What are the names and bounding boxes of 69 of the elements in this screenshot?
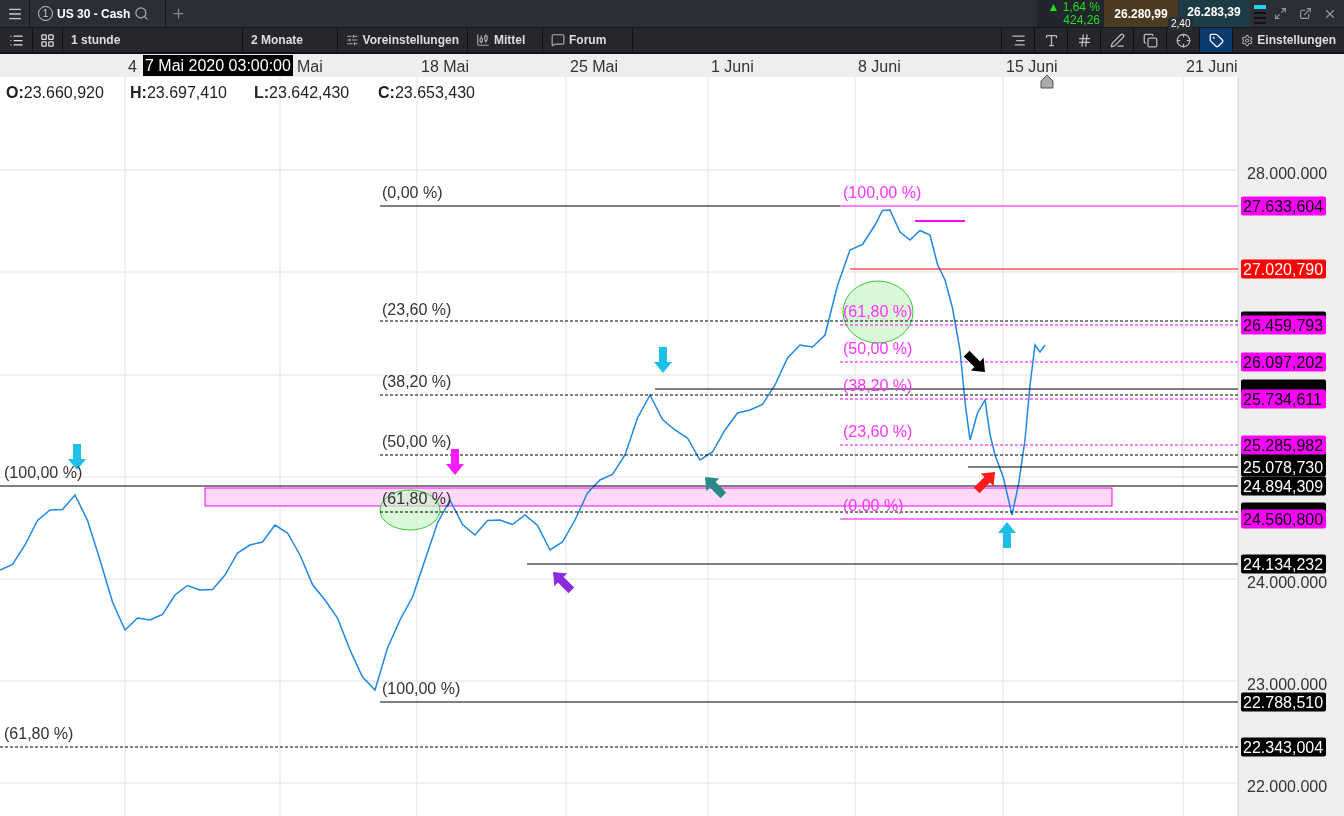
- date-label: 25 Mai: [570, 58, 619, 75]
- fibonacci-label: (100,00 %): [382, 680, 461, 697]
- tab-title: US 30 - Cash: [57, 5, 131, 23]
- search-icon[interactable]: [134, 6, 150, 21]
- date-label: 4: [128, 58, 137, 75]
- crosshair-icon: [1175, 32, 1191, 48]
- settings-button[interactable]: Einstellungen: [1232, 28, 1344, 52]
- layout-icon: [40, 32, 55, 48]
- list-icon: [8, 32, 24, 48]
- grid-icon: [1076, 32, 1092, 48]
- fibonacci-label: (23,60 %): [843, 423, 913, 440]
- price-label: 23.000.000: [1247, 676, 1328, 693]
- highlight-ellipse: [842, 280, 914, 344]
- crosshair-time-label: 7 Mai 2020 03:00:00: [143, 55, 293, 76]
- instrument-tab[interactable]: 1 US 30 - Cash: [30, 0, 166, 27]
- date-label: Mai: [297, 58, 323, 75]
- volume-bars-icon: [1254, 3, 1266, 24]
- message-icon: [551, 33, 565, 47]
- fibonacci-label: (0,00 %): [382, 184, 443, 201]
- arrow-icon: [973, 472, 995, 494]
- fibonacci-label: (100,00 %): [843, 184, 922, 201]
- toolbar-button[interactable]: Voreinstellungen: [338, 28, 468, 52]
- tool-button[interactable]: [1199, 28, 1232, 52]
- price-label: 28.000.000: [1247, 165, 1328, 182]
- fibonacci-label: (23,60 %): [382, 301, 452, 318]
- ohlc-value: O:23.660,920: [6, 83, 105, 103]
- arrow-icon: [705, 477, 727, 499]
- date-label: 8 Juni: [858, 58, 901, 75]
- fibonacci-label: (50,00 %): [843, 340, 913, 357]
- pen-icon: [1109, 32, 1125, 48]
- marker-line: [914, 220, 966, 222]
- toolbar-button[interactable]: 2 Monate: [243, 28, 338, 52]
- ohlc-value: L:23.642,430: [254, 83, 351, 103]
- change-percent: ▲ 1,64 %: [1047, 0, 1100, 14]
- price-label: 24.000.000: [1247, 574, 1328, 591]
- plus-icon: [170, 6, 186, 21]
- spread-badge: 2,40: [1168, 17, 1194, 30]
- change-value: 424,26: [1063, 13, 1100, 27]
- ohlc-value: C:23.653,430: [378, 83, 476, 103]
- scale-icon: [1010, 32, 1026, 48]
- candlestick-icon: [476, 33, 490, 47]
- fibonacci-label: (61,80 %): [382, 490, 452, 507]
- toolbar-button[interactable]: 1 stunde: [63, 28, 243, 52]
- maximize-icon: [1273, 7, 1287, 20]
- popout-icon: [1298, 7, 1312, 20]
- layers-icon: [1142, 32, 1158, 48]
- date-label: 15 Juni: [1006, 58, 1058, 75]
- current-date-marker-icon: [1040, 74, 1054, 89]
- sliders-icon: [346, 33, 359, 47]
- toolbar-button[interactable]: Forum: [543, 28, 633, 52]
- ohlc-value: H:23.697,410: [130, 83, 228, 103]
- fibonacci-label: (50,00 %): [382, 433, 452, 450]
- fibonacci-label: (38,20 %): [382, 373, 452, 390]
- fibonacci-label: (61,80 %): [843, 303, 913, 320]
- text-size-icon: [1043, 32, 1059, 48]
- fibonacci-label: (61,80 %): [4, 725, 74, 742]
- price-label: 22.000.000: [1247, 778, 1328, 795]
- fibonacci-label: (100,00 %): [4, 464, 83, 481]
- arrow-icon: [998, 522, 1016, 548]
- arrow-icon: [654, 347, 672, 373]
- date-label: 1 Juni: [711, 58, 754, 75]
- date-label: 21 Juni: [1186, 58, 1238, 75]
- toolbar-button[interactable]: Mittel: [468, 28, 543, 52]
- arrow-icon: [963, 350, 985, 372]
- date-label: 18 Mai: [421, 58, 470, 75]
- tag-icon: [1208, 32, 1224, 48]
- arrow-icon: [446, 449, 464, 475]
- settings-icon: [1241, 32, 1254, 48]
- arrow-icon: [553, 572, 575, 594]
